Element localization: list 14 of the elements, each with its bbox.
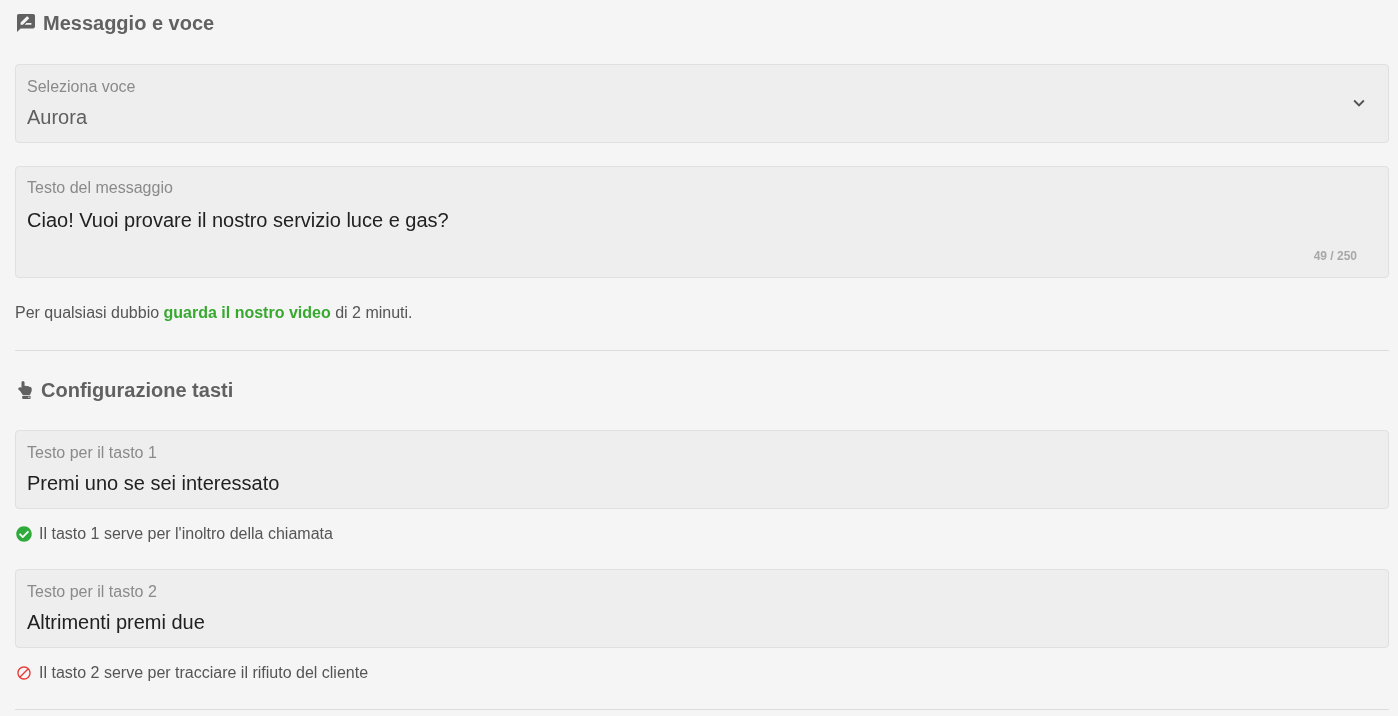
voice-select[interactable]: Seleziona voce Aurora (15, 64, 1389, 143)
help-text: Per qualsiasi dubbio guarda il nostro video di 2 minuti. (15, 303, 414, 322)
character-counter: 49 / 250 (1313, 249, 1357, 263)
key-hint: Il tasto 2 serve per tracciare il rifiuto del cliente (39, 663, 369, 682)
ban-icon (16, 664, 32, 681)
message-textarea[interactable]: Testo del messaggio Ciao! Vuoi provare il nostro servizio luce e gas? 49 / 250 (15, 166, 1389, 278)
section-title: Configurazione tasti (41, 379, 234, 401)
pointing-hand-icon (17, 381, 33, 399)
section-title: Messaggio e voce (43, 12, 215, 34)
key-hint: Il tasto 1 serve per l'inoltro della chiamata (39, 524, 333, 543)
key-text-field[interactable]: Testo per il tasto 2 Altrimenti premi due (15, 569, 1389, 648)
message-edit-icon (17, 14, 35, 32)
chevron-down-icon (1352, 98, 1366, 108)
key-text-field[interactable]: Testo per il tasto 1 Premi uno se sei interessato (15, 430, 1389, 509)
